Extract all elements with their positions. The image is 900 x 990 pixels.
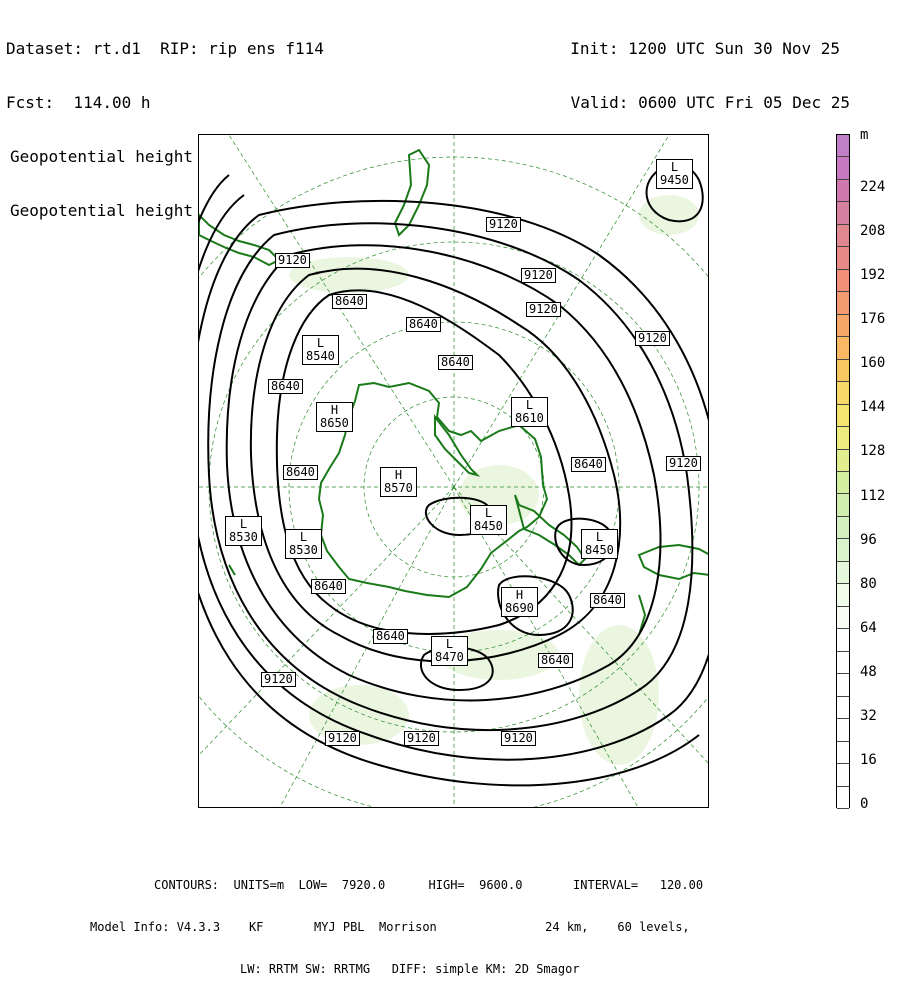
- colorbar-tick-label: 192: [860, 267, 886, 284]
- extremum-box: L 8470: [431, 636, 468, 666]
- contour-label: 9120: [666, 456, 701, 471]
- extremum-box: L 8450: [581, 529, 618, 559]
- contour-label: 8640: [590, 593, 625, 608]
- extremum-box: H 8570: [380, 467, 417, 497]
- colorbar-tick-label: 96: [860, 531, 877, 548]
- shading: [289, 195, 699, 765]
- footer-physics: LW: RRTM SW: RRTMG DIFF: simple KM: 2D S…: [240, 962, 580, 976]
- contour-label: 9120: [526, 302, 561, 317]
- contour-label: 9120: [404, 731, 439, 746]
- contour-label: 9120: [275, 253, 310, 268]
- colorbar-segment: [837, 269, 849, 293]
- colorbar-tick-label: 128: [860, 443, 886, 460]
- colorbar-unit: m: [860, 127, 869, 143]
- contour-label: 8640: [283, 465, 318, 480]
- extremum-box: L 8610: [511, 397, 548, 427]
- colorbar-segment: [837, 696, 849, 720]
- extremum-box: L 8450: [470, 505, 507, 535]
- valid-time: Valid: 0600 UTC Fri 05 Dec 25: [570, 93, 850, 112]
- colorbar-segment: [837, 292, 849, 315]
- colorbar-segment: [837, 202, 849, 225]
- colorbar-tick-label: 112: [860, 487, 886, 504]
- footer-model-info: Model Info: V4.3.3 KF MYJ PBL Morrison 2…: [90, 920, 690, 934]
- colorbar-segment: [837, 584, 849, 607]
- contour-label: 9120: [325, 731, 360, 746]
- contour-label: 9120: [501, 731, 536, 746]
- colorbar-segment: [837, 786, 849, 809]
- colorbar-segment: [837, 674, 849, 697]
- extremum-box: H 8690: [501, 587, 538, 617]
- contour-label: 9120: [635, 331, 670, 346]
- contour-label: 8640: [311, 579, 346, 594]
- colorbar-segment: [837, 135, 849, 158]
- contour-label: 8640: [406, 317, 441, 332]
- colorbar-tick-label: 0: [860, 796, 869, 812]
- extremum-box: L 8530: [225, 516, 262, 546]
- colorbar-segment: [837, 382, 849, 405]
- footer-contours: CONTOURS: UNITS=m LOW= 7920.0 HIGH= 9600…: [154, 878, 704, 892]
- rip-label: RIP: rip ens f114: [160, 39, 324, 58]
- colorbar-segment: [837, 404, 849, 428]
- colorbar-segment: [837, 561, 849, 585]
- footer-info: CONTOURS: UNITS=m LOW= 7920.0 HIGH= 9600…: [90, 850, 703, 990]
- contour-label: 9120: [521, 268, 556, 283]
- colorbar-segment: [837, 472, 849, 495]
- contour-label: 8640: [571, 457, 606, 472]
- colorbar-tick-label: 176: [860, 311, 886, 328]
- colorbar-tick-label: 144: [860, 399, 886, 416]
- contour-label: 8640: [538, 653, 573, 668]
- colorbar-segment: [837, 314, 849, 338]
- extremum-box: L 8530: [285, 529, 322, 559]
- colorbar-segment: [837, 651, 849, 675]
- colorbar-tick-label: 32: [860, 707, 877, 724]
- colorbar-segment: [837, 629, 849, 652]
- colorbar-segment: [837, 606, 849, 630]
- colorbar-segment: [837, 157, 849, 180]
- colorbar-segment: [837, 247, 849, 270]
- colorbar-segment: [837, 764, 849, 787]
- contour-label: 9120: [261, 672, 296, 687]
- colorbar-tick-label: 224: [860, 179, 886, 195]
- colorbar-tick-label: 208: [860, 223, 886, 240]
- colorbar-segment: [837, 516, 849, 540]
- map-svg: [199, 135, 708, 807]
- contour-label: 8640: [268, 379, 303, 394]
- colorbar-segment: [837, 179, 849, 203]
- contour-label: 8640: [438, 355, 473, 370]
- colorbar-segment: [837, 427, 849, 450]
- colorbar: [836, 134, 850, 809]
- colorbar-segment: [837, 741, 849, 765]
- contour-label: 8640: [332, 294, 367, 309]
- colorbar-segment: [837, 539, 849, 562]
- map-panel[interactable]: 9120 9120 9120 9120 9120 9120 9120 9120 …: [198, 134, 709, 808]
- init-time: Init: 1200 UTC Sun 30 Nov 25: [570, 39, 840, 58]
- colorbar-tick-label: 64: [860, 619, 877, 636]
- colorbar-segment: [837, 359, 849, 383]
- extremum-box: L 8540: [302, 335, 339, 365]
- colorbar-segment: [837, 337, 849, 360]
- colorbar-segment: [837, 224, 849, 248]
- contour-label: 9120: [486, 217, 521, 232]
- fcst-label: Fcst: 114.00 h: [6, 93, 151, 112]
- extremum-box: L 9450: [656, 159, 693, 189]
- colorbar-tick-label: 160: [860, 355, 886, 372]
- colorbar-tick-label: 48: [860, 663, 877, 680]
- dataset-label: Dataset: rt.d1: [6, 39, 141, 58]
- extremum-box: H 8650: [316, 402, 353, 432]
- colorbar-tick-label: 16: [860, 751, 877, 768]
- colorbar-tick-label: 80: [860, 575, 877, 592]
- header-right: Init: 1200 UTC Sun 30 Nov 25 Valid: 0600…: [570, 4, 850, 130]
- contour-label: 8640: [373, 629, 408, 644]
- colorbar-segment: [837, 719, 849, 742]
- colorbar-segment: [837, 494, 849, 517]
- colorbar-segment: [837, 449, 849, 472]
